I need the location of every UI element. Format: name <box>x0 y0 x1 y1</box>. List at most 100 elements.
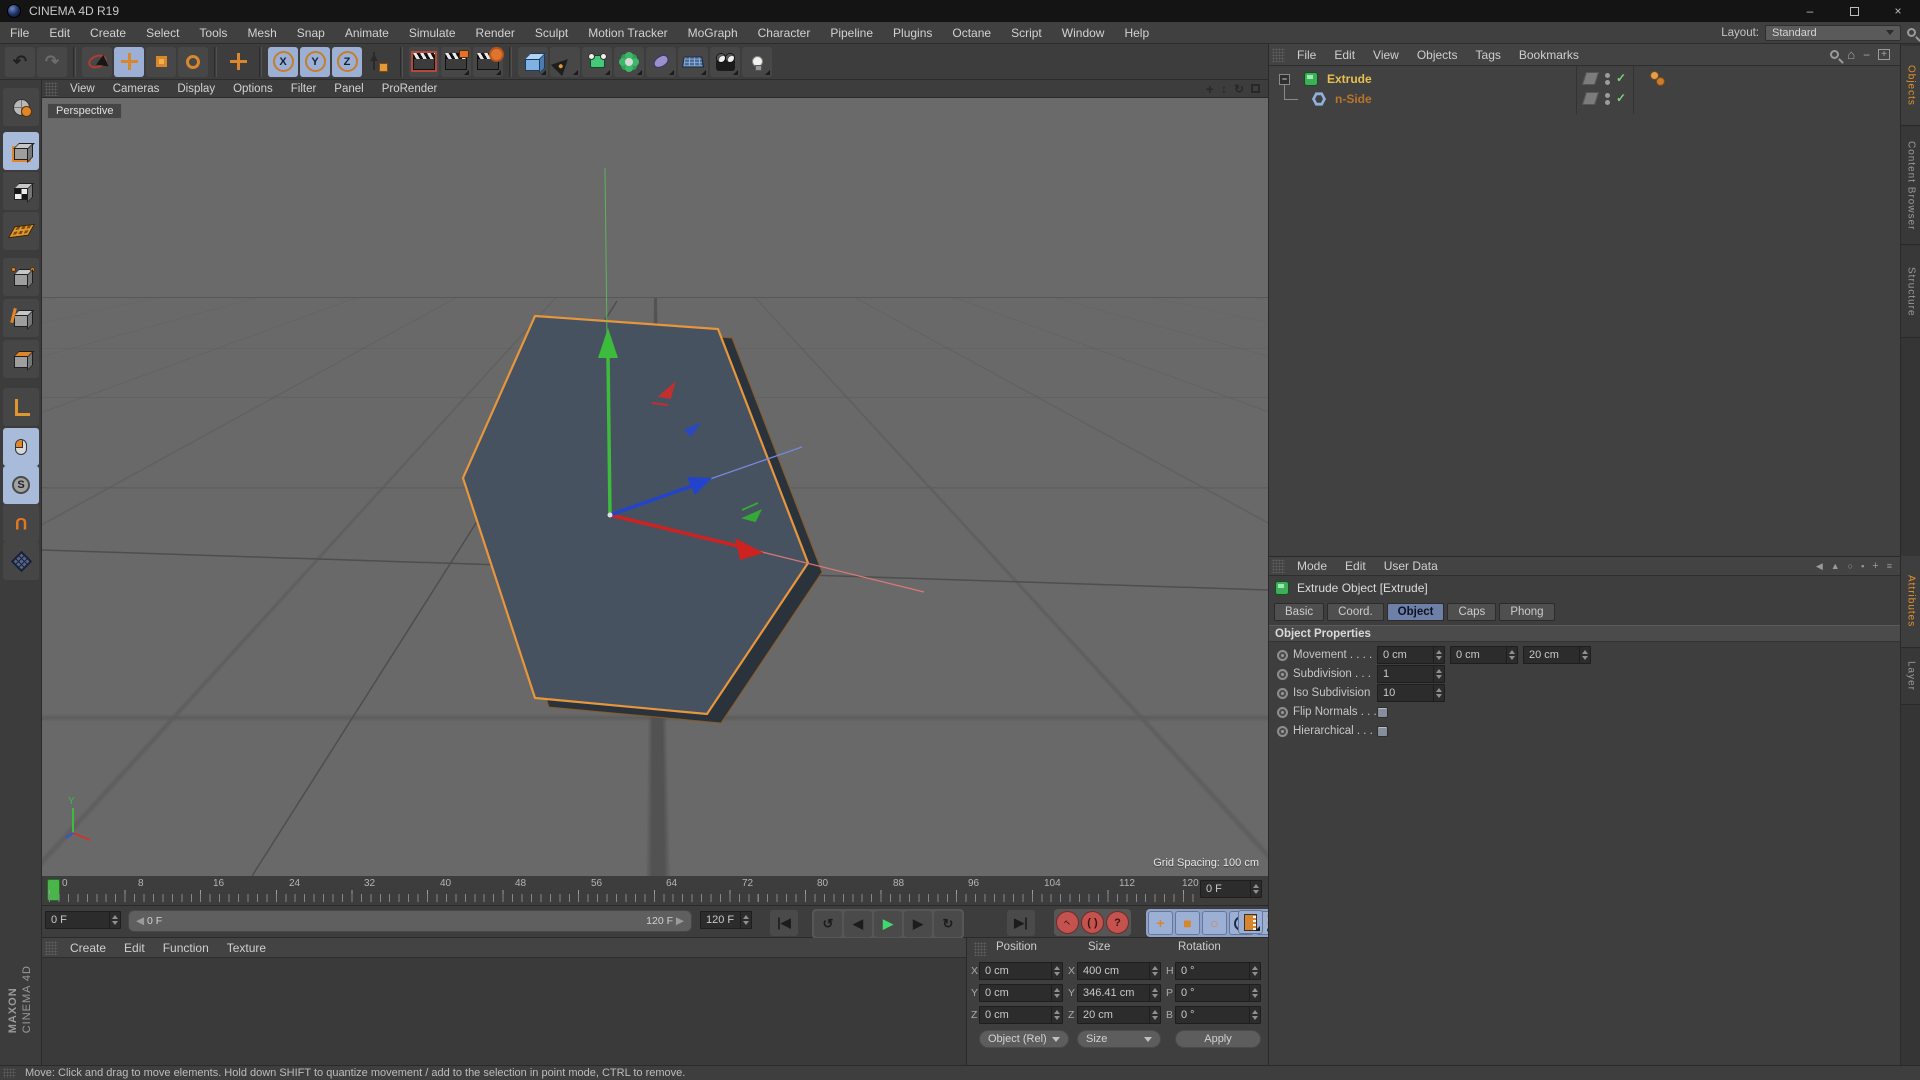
tree-row-extrude[interactable]: − Extrude ✓ <box>1269 69 1665 89</box>
om-menu-objects[interactable]: Objects <box>1408 48 1467 62</box>
timeline-ruler[interactable]: 0 8 16 24 32 40 48 56 64 72 80 88 96 104… <box>42 876 1268 906</box>
coord-size-dropdown[interactable]: Size <box>1077 1030 1161 1048</box>
mat-menu-edit[interactable]: Edit <box>115 941 154 955</box>
maximize-button[interactable] <box>1832 0 1876 22</box>
keyframe-circle-icon[interactable] <box>1277 668 1288 680</box>
last-tool-button[interactable] <box>223 47 253 77</box>
menu-select[interactable]: Select <box>136 26 189 40</box>
rotation-b-field[interactable]: 0 ° <box>1175 1006 1261 1024</box>
panel-grip[interactable] <box>3 1068 16 1078</box>
render-picture-viewer-button[interactable] <box>441 46 471 77</box>
tree-row-nside[interactable]: n-Side ✓ <box>1269 89 1626 109</box>
mat-menu-texture[interactable]: Texture <box>218 941 275 955</box>
menu-simulate[interactable]: Simulate <box>399 26 466 40</box>
om-menu-tags[interactable]: Tags <box>1467 48 1510 62</box>
zoom-view-icon[interactable]: ↕ <box>1221 83 1227 95</box>
history-back-icon[interactable]: ◀ <box>1816 561 1823 572</box>
previous-frame-button[interactable]: ◀ <box>844 911 872 937</box>
tab-phong[interactable]: Phong <box>1499 603 1555 621</box>
viewport-label[interactable]: Perspective <box>47 103 123 119</box>
add-deformer-button[interactable] <box>614 46 644 77</box>
key-scale-button[interactable]: ■ <box>1175 911 1200 935</box>
menu-file[interactable]: File <box>0 26 39 40</box>
visibility-dots-icon[interactable] <box>1605 91 1610 107</box>
om-menu-file[interactable]: File <box>1288 48 1325 62</box>
points-mode-button[interactable] <box>3 258 39 296</box>
size-x-field[interactable]: 400 cm <box>1077 962 1161 980</box>
redo-button[interactable]: ↷ <box>37 46 67 77</box>
dock-tab-content-browser[interactable]: Content Browser <box>1901 127 1920 245</box>
lock-x-axis-button[interactable]: X <box>268 46 298 77</box>
add-cube-button[interactable] <box>518 46 548 77</box>
tab-coord[interactable]: Coord. <box>1327 603 1384 621</box>
menu-plugins[interactable]: Plugins <box>883 26 942 40</box>
goto-start-button[interactable]: |◀ <box>770 910 798 936</box>
lock-y-axis-button[interactable]: Y <box>300 46 330 77</box>
om-menu-bookmarks[interactable]: Bookmarks <box>1510 48 1588 62</box>
tab-object[interactable]: Object <box>1386 603 1445 621</box>
menu-create[interactable]: Create <box>80 26 136 40</box>
position-z-field[interactable]: 0 cm <box>979 1006 1063 1024</box>
tab-basic[interactable]: Basic <box>1274 603 1325 621</box>
panel-grip[interactable] <box>1272 559 1285 573</box>
hierarchical-checkbox[interactable] <box>1377 725 1388 737</box>
iso-subdivision-field[interactable]: 10 <box>1377 684 1445 702</box>
tweak-mode-button[interactable] <box>3 428 39 466</box>
menu-edit[interactable]: Edit <box>39 26 80 40</box>
add-environment-button[interactable] <box>678 46 708 77</box>
vp-menu-filter[interactable]: Filter <box>282 83 326 95</box>
section-header[interactable]: Object Properties <box>1269 625 1900 642</box>
menu-pipeline[interactable]: Pipeline <box>820 26 883 40</box>
timeline-window-button[interactable] <box>1238 910 1263 934</box>
menu-mograph[interactable]: MoGraph <box>678 26 748 40</box>
play-button[interactable]: ▶ <box>874 911 902 937</box>
mat-menu-function[interactable]: Function <box>154 941 218 955</box>
pan-view-icon[interactable]: + <box>1206 82 1214 96</box>
next-frame-button[interactable]: ▶ <box>904 911 932 937</box>
collapse-toggle-icon[interactable]: − <box>1279 73 1290 85</box>
undo-button[interactable]: ↶ <box>5 46 35 77</box>
menu-render[interactable]: Render <box>466 26 525 40</box>
position-y-field[interactable]: 0 cm <box>979 984 1063 1002</box>
vp-menu-display[interactable]: Display <box>168 83 224 95</box>
make-editable-button[interactable] <box>3 88 39 126</box>
menu-tools[interactable]: Tools <box>189 26 237 40</box>
object-name[interactable]: Extrude <box>1327 72 1372 86</box>
subdivision-field[interactable]: 1 <box>1377 665 1445 683</box>
menu-sculpt[interactable]: Sculpt <box>525 26 578 40</box>
menu-snap[interactable]: Snap <box>287 26 335 40</box>
minimize-button[interactable]: – <box>1788 0 1832 22</box>
attr-menu-edit[interactable]: Edit <box>1336 559 1375 573</box>
attr-menu-mode[interactable]: Mode <box>1288 559 1336 573</box>
size-y-field[interactable]: 346.41 cm <box>1077 984 1161 1002</box>
position-x-field[interactable]: 0 cm <box>979 962 1063 980</box>
render-view-button[interactable] <box>409 46 439 77</box>
flip-normals-checkbox[interactable] <box>1377 706 1388 718</box>
vp-menu-options[interactable]: Options <box>224 83 282 95</box>
dock-tab-structure[interactable]: Structure <box>1901 246 1920 338</box>
current-frame-field[interactable]: 0 F <box>45 911 121 929</box>
toggle-view-icon[interactable] <box>1251 84 1260 93</box>
rotate-view-icon[interactable]: ↻ <box>1234 83 1244 95</box>
previous-key-button[interactable]: ↺ <box>814 911 842 937</box>
dock-tab-layer[interactable]: Layer <box>1901 649 1920 705</box>
menu-mesh[interactable]: Mesh <box>237 26 286 40</box>
menu-motion-tracker[interactable]: Motion Tracker <box>578 26 677 40</box>
enabled-check-icon[interactable]: ✓ <box>1616 91 1626 105</box>
keyframe-circle-icon[interactable] <box>1277 725 1288 737</box>
om-search-icon[interactable] <box>1830 50 1840 59</box>
settings-icon[interactable]: + <box>1872 560 1878 572</box>
menu-animate[interactable]: Animate <box>335 26 399 40</box>
movement-z-field[interactable]: 20 cm <box>1523 646 1591 664</box>
material-list-area[interactable] <box>42 958 966 1064</box>
scale-tool-button[interactable] <box>146 46 176 77</box>
dock-tab-attributes[interactable]: Attributes <box>1901 556 1920 648</box>
panel-grip[interactable] <box>1272 47 1285 62</box>
mat-menu-create[interactable]: Create <box>61 941 115 955</box>
object-manager-tree[interactable]: − Extrude ✓ n-Side ✓ <box>1268 66 1900 556</box>
goto-end-button[interactable]: ▶| <box>1007 910 1035 936</box>
render-settings-button[interactable] <box>473 46 503 77</box>
key-rotation-button[interactable]: ○ <box>1202 911 1227 935</box>
om-expand-icon[interactable]: + <box>1878 49 1890 60</box>
vp-menu-cameras[interactable]: Cameras <box>104 83 169 95</box>
